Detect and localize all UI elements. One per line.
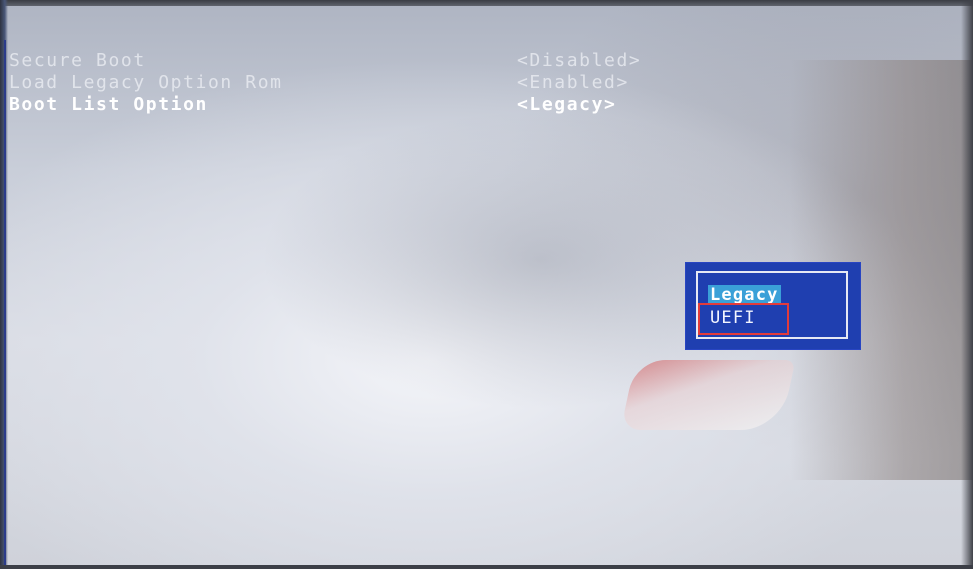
setting-value[interactable]: <Enabled> [517,72,629,94]
screen-edge-line [4,40,6,565]
setting-label: Boot List Option [9,94,208,115]
popup-option-legacy[interactable]: Legacy [708,285,781,305]
monitor-bezel-top [0,0,973,6]
annotation-highlight-box [698,303,789,335]
monitor-bezel-right [961,0,973,569]
setting-value[interactable]: <Disabled> [517,50,641,72]
setting-value[interactable]: <Legacy> [517,94,617,116]
setting-label: Secure Boot [9,50,146,71]
monitor-bezel-bottom [0,565,973,569]
setting-label: Load Legacy Option Rom [9,72,283,93]
screen-reflection-hand [620,360,796,430]
bios-screen: Secure Boot <Disabled> Load Legacy Optio… [0,0,973,569]
